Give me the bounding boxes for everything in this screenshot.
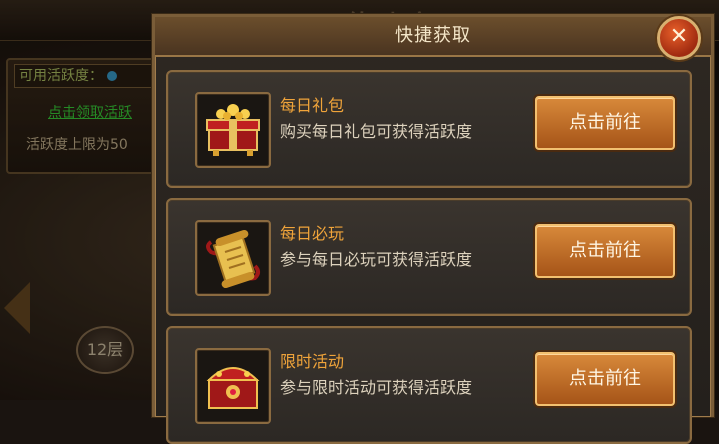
- item-description: 购买每日礼包可获得活跃度: [280, 122, 473, 141]
- scroll-icon: [195, 220, 271, 296]
- go-button-daily-gift[interactable]: 点击前往: [535, 96, 675, 150]
- dialog-header: 快捷获取: [155, 17, 711, 57]
- item-title: 每日必玩: [280, 224, 345, 243]
- item-title: 限时活动: [280, 352, 345, 371]
- go-button-limited-event[interactable]: 点击前往: [535, 352, 675, 406]
- item-description: 参与限时活动可获得活跃度: [280, 378, 473, 397]
- item-description: 参与每日必玩可获得活跃度: [280, 250, 473, 269]
- item-title: 每日礼包: [280, 96, 345, 115]
- list-item-daily-gift: 每日礼包 购买每日礼包可获得活跃度 点击前往: [166, 70, 692, 188]
- treasure-chest-icon: [195, 348, 271, 424]
- dialog-title: 快捷获取: [395, 25, 471, 46]
- close-button[interactable]: ✕: [657, 16, 701, 60]
- go-button-daily-must-play[interactable]: 点击前往: [535, 224, 675, 278]
- gift-chest-icon: [195, 92, 271, 168]
- list-item-daily-must-play: 每日必玩 参与每日必玩可获得活跃度 点击前往: [166, 198, 692, 316]
- list-item-limited-event: 限时活动 参与限时活动可获得活跃度 点击前往: [166, 326, 692, 444]
